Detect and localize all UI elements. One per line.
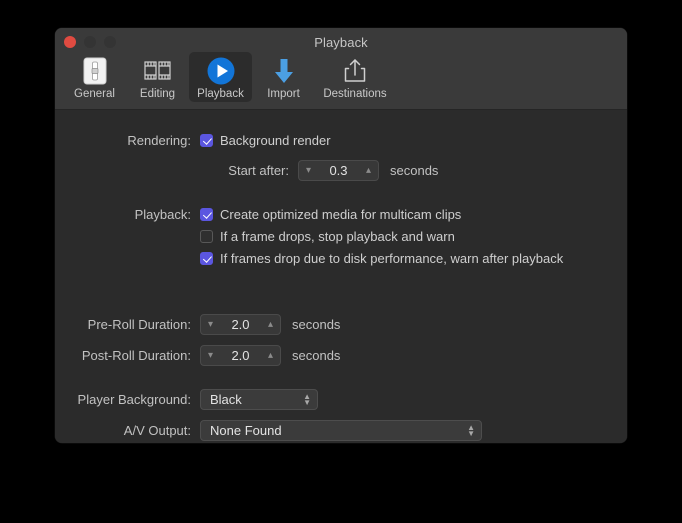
frame-drop-stop-label: If a frame drops, stop playback and warn [220,229,455,244]
rendering-row: Rendering: Background render [55,133,331,148]
pre-roll-unit: seconds [292,317,341,332]
tab-import-label: Import [267,88,300,100]
av-output-select[interactable]: None Found ▲ ▼ [200,420,482,441]
post-roll-value: 2.0 [231,348,250,363]
frame-drop-stop-checkbox-row[interactable]: If a frame drops, stop playback and warn [200,229,563,244]
tab-editing-label: Editing [139,88,176,100]
pre-roll-value: 2.0 [231,317,250,332]
rendering-label: Rendering: [127,133,191,148]
tab-import[interactable]: Import [252,52,315,102]
post-roll-label: Post-Roll Duration: [81,348,191,363]
background-render-checkbox-row[interactable]: Background render [200,133,331,148]
slider-panel-icon [83,56,107,86]
post-roll-row: Post-Roll Duration: ▾ 2.0 ▴ seconds [55,345,340,366]
start-after-row: Start after: ▾ 0.3 ▴ seconds [55,160,438,181]
tab-general-label: General [74,88,115,100]
disk-performance-warn-label: If frames drop due to disk performance, … [220,251,564,266]
play-circle-icon [206,56,236,86]
background-render-checkbox[interactable] [200,134,213,147]
optimized-media-checkbox-row[interactable]: Create optimized media for multicam clip… [200,207,563,222]
pre-roll-row: Pre-Roll Duration: ▾ 2.0 ▴ seconds [55,314,340,335]
player-background-select[interactable]: Black ▲ ▼ [200,389,318,410]
player-background-label: Player Background: [77,392,191,407]
chevron-up-icon[interactable]: ▴ [366,165,371,176]
optimized-media-label: Create optimized media for multicam clip… [220,207,462,222]
playback-options-row: Playback: Create optimized media for mul… [55,207,564,266]
chevron-down-icon[interactable]: ▾ [208,350,213,361]
preferences-tab-bar: General Editing Playback Import Destinat… [63,52,395,102]
tab-playback-label: Playback [197,88,244,100]
post-roll-stepper[interactable]: ▾ 2.0 ▴ [200,345,281,366]
down-arrow-icon [271,56,297,86]
player-background-value: Black [210,392,242,407]
window-toolbar: Playback General Editing Playback Import… [55,28,627,110]
tab-editing[interactable]: Editing [126,52,189,102]
tab-playback[interactable]: Playback [189,52,252,102]
filmstrip-icon [143,56,173,86]
pre-roll-stepper[interactable]: ▾ 2.0 ▴ [200,314,281,335]
frame-drop-stop-checkbox[interactable] [200,230,213,243]
av-output-value: None Found [210,423,282,438]
player-background-row: Player Background: Black ▲ ▼ [55,389,318,410]
tab-destinations[interactable]: Destinations [315,52,395,102]
up-down-chevron-icon[interactable]: ▲ ▼ [291,392,311,406]
post-roll-unit: seconds [292,348,341,363]
playback-options-list: Create optimized media for multicam clip… [200,207,563,266]
start-after-unit: seconds [390,163,439,178]
tab-general[interactable]: General [63,52,126,102]
background-render-label: Background render [220,133,331,148]
preferences-body: Rendering: Background render Start after… [55,110,627,443]
chevron-up-icon[interactable]: ▴ [268,350,273,361]
optimized-media-checkbox[interactable] [200,208,213,221]
up-down-chevron-icon[interactable]: ▲ ▼ [455,423,475,437]
disk-performance-warn-checkbox-row[interactable]: If frames drop due to disk performance, … [200,251,563,266]
av-output-label: A/V Output: [123,423,191,438]
chevron-down-icon[interactable]: ▾ [306,165,311,176]
playback-label: Playback: [134,207,191,222]
start-after-stepper[interactable]: ▾ 0.3 ▴ [298,160,379,181]
preferences-window: Playback General Editing Playback Import… [55,28,627,443]
disk-performance-warn-checkbox[interactable] [200,252,213,265]
window-title: Playback [314,35,368,50]
tab-destinations-label: Destinations [323,88,387,100]
start-after-label: Start after: [228,163,289,178]
share-export-icon [342,56,368,86]
start-after-value: 0.3 [329,163,348,178]
chevron-up-icon[interactable]: ▴ [268,319,273,330]
pre-roll-label: Pre-Roll Duration: [87,317,191,332]
chevron-down-icon[interactable]: ▾ [208,319,213,330]
av-output-row: A/V Output: None Found ▲ ▼ [55,420,482,441]
